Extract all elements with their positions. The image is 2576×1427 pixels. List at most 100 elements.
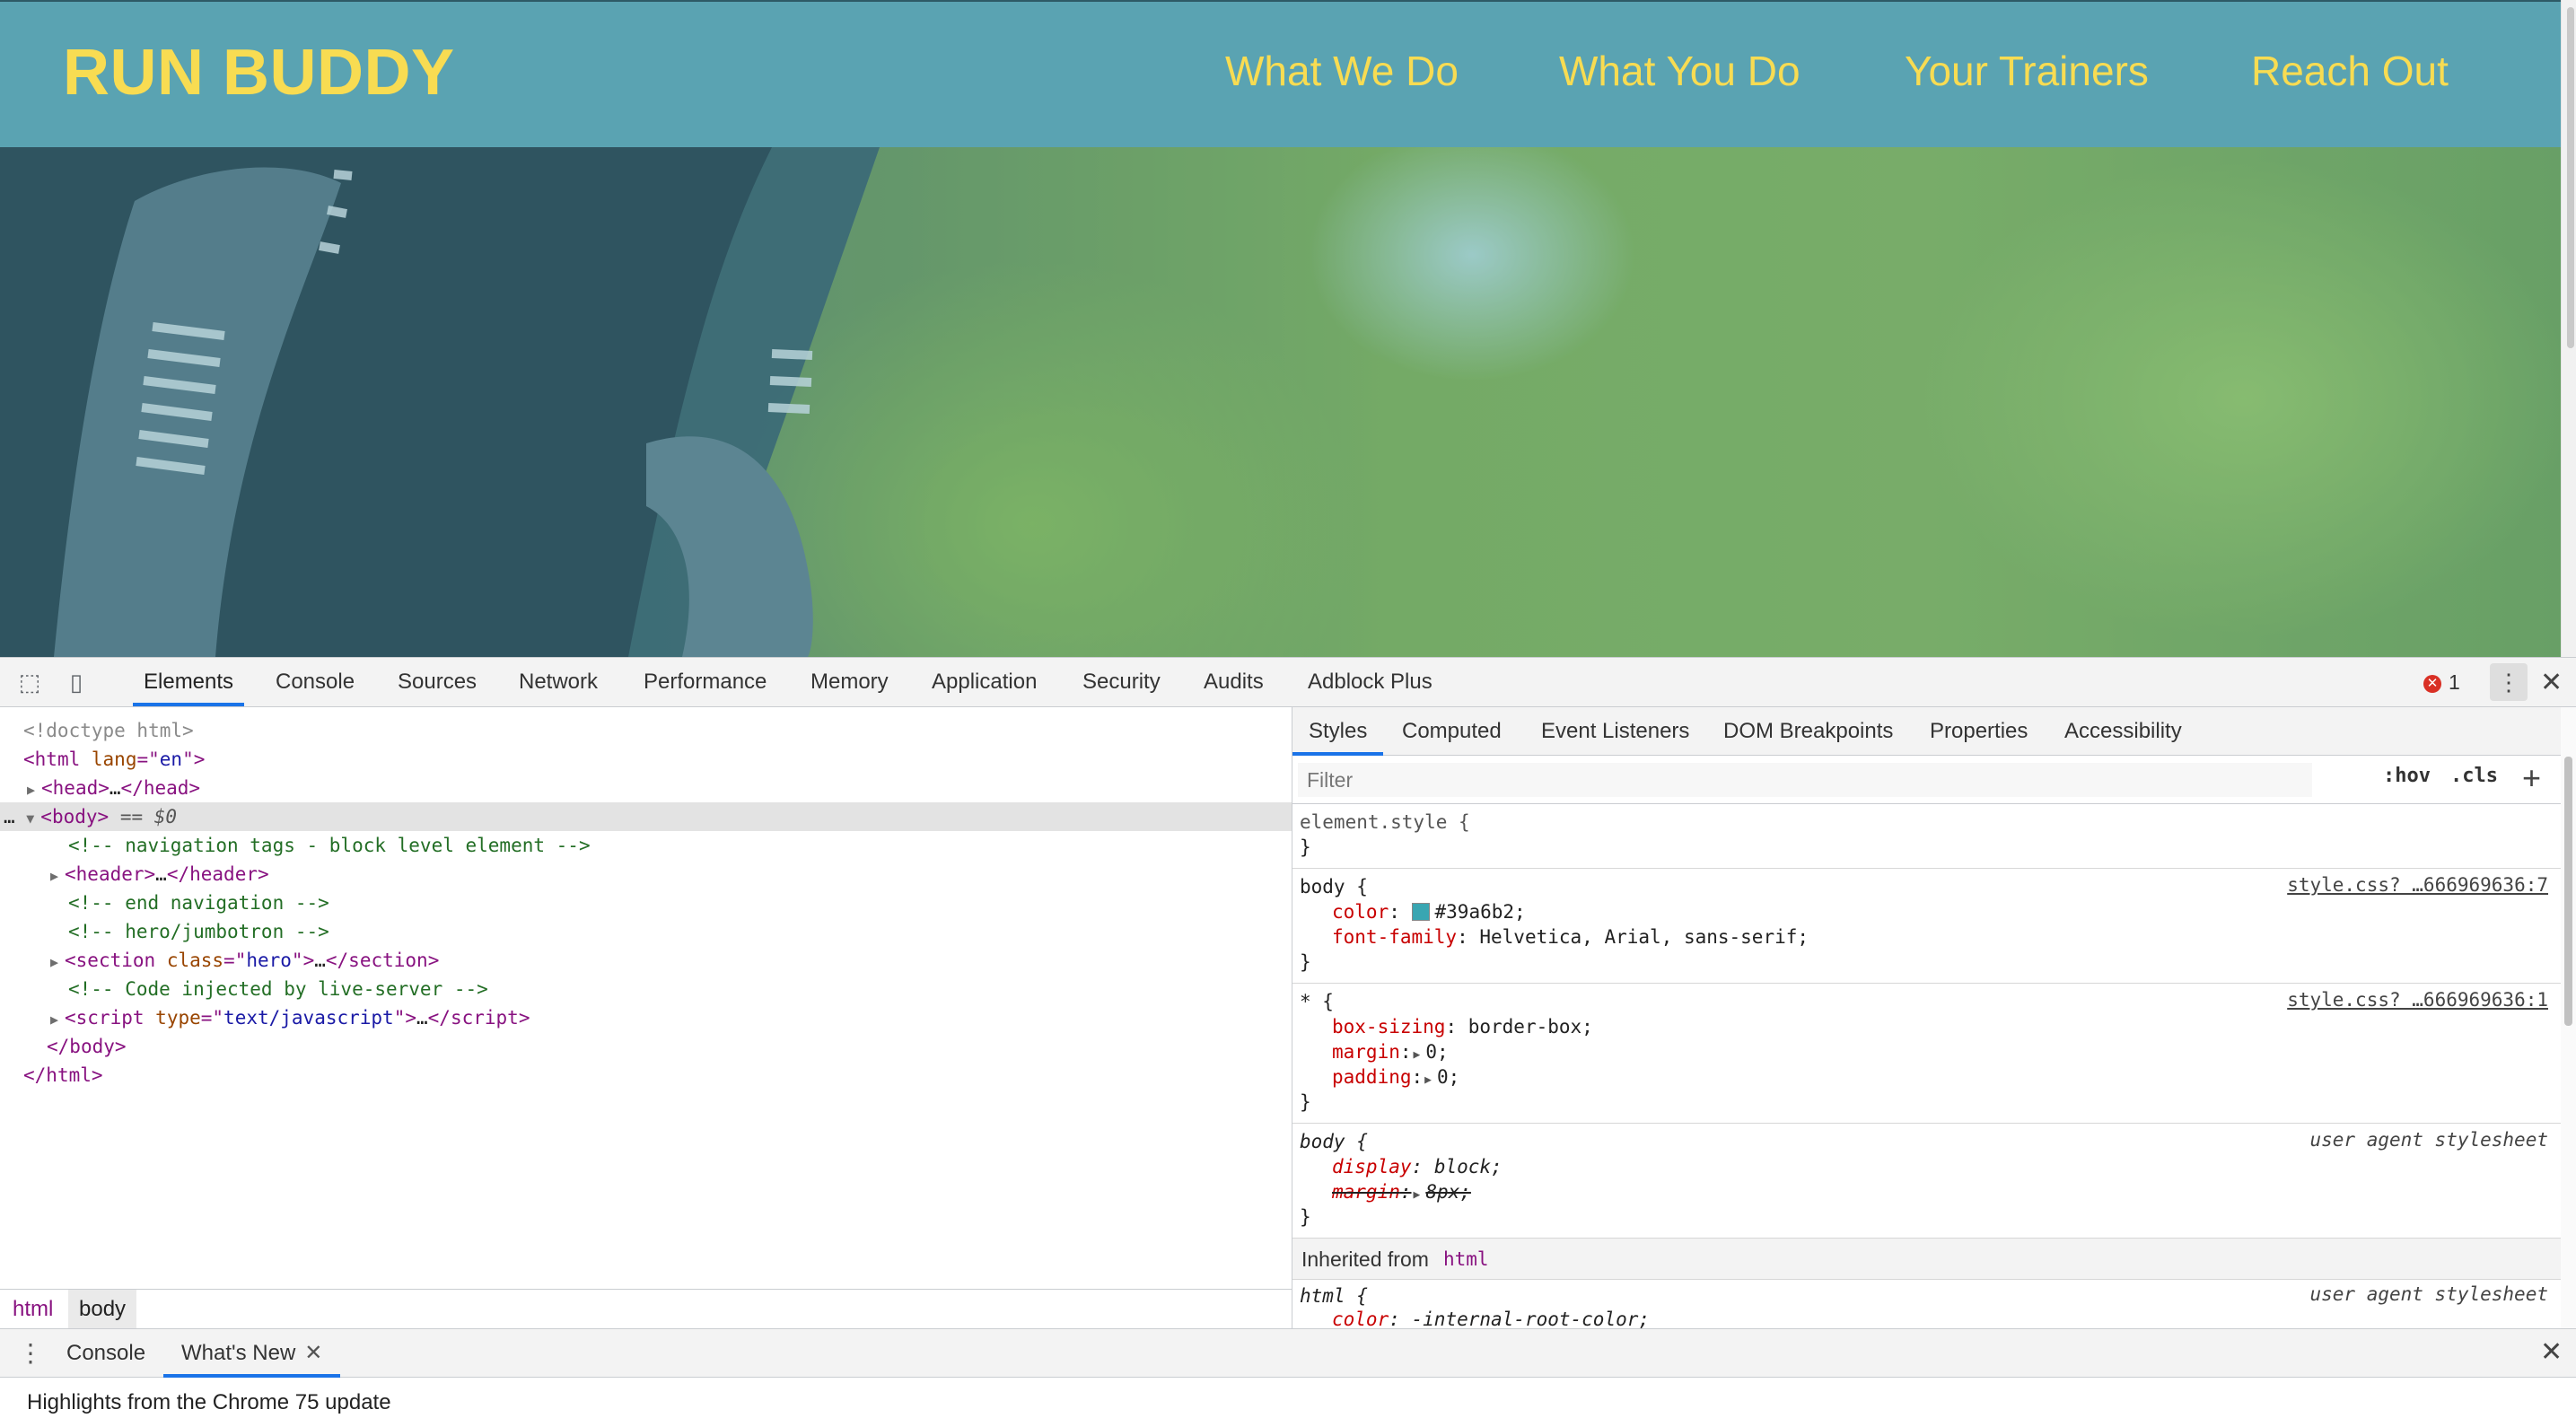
hover-state-toggle[interactable]: :hov: [2383, 765, 2431, 787]
tab-accessibility[interactable]: Accessibility: [2064, 707, 2182, 756]
declaration-box-sizing[interactable]: box-sizing: border-box;: [1332, 1014, 1593, 1039]
tab-computed[interactable]: Computed: [1402, 707, 1502, 756]
styles-filter-row: :hov .cls +: [1292, 756, 2561, 804]
dom-body-close[interactable]: </body>: [0, 1032, 1292, 1061]
tab-performance[interactable]: Performance: [644, 658, 767, 706]
inherited-element-link[interactable]: html: [1443, 1239, 1489, 1280]
drawer-tab-label: What's New: [181, 1341, 296, 1365]
rule-close: }: [1300, 836, 1311, 858]
dom-comment-end-nav[interactable]: <!-- end navigation -->: [0, 889, 1292, 917]
dom-comment-live[interactable]: <!-- Code injected by live-server -->: [0, 975, 1292, 1003]
tab-sources[interactable]: Sources: [398, 658, 477, 706]
expand-icon[interactable]: ▶: [50, 862, 65, 890]
declaration-padding[interactable]: padding: ▶ 0;: [1332, 1064, 1459, 1090]
rule-body-user-agent: body { user agent stylesheet display: bl…: [1292, 1124, 2561, 1239]
expand-icon[interactable]: ▶: [50, 948, 65, 976]
expand-icon[interactable]: ▶: [1424, 1068, 1432, 1093]
rule-selector[interactable]: html {: [1300, 1283, 1368, 1309]
collapse-icon[interactable]: ▼: [26, 804, 40, 833]
tab-application[interactable]: Application: [932, 658, 1037, 706]
user-agent-label: user agent stylesheet: [2309, 1283, 2548, 1305]
dom-head[interactable]: ▶ <head>…</head>: [0, 774, 1292, 802]
device-toggle-icon[interactable]: ▯: [63, 669, 90, 696]
declaration-font-family[interactable]: font-family: Helvetica, Arial, sans-seri…: [1332, 924, 1809, 950]
rule-html-user-agent: html { user agent stylesheet color: -int…: [1292, 1280, 2561, 1329]
inherited-label: Inherited from: [1301, 1248, 1429, 1271]
styles-tabbar: Styles Computed Event Listeners DOM Brea…: [1292, 707, 2561, 756]
close-drawer-icon[interactable]: ✕: [2540, 1336, 2563, 1368]
dom-comment-hero[interactable]: <!-- hero/jumbotron -->: [0, 917, 1292, 946]
dom-body-selected[interactable]: … ▼ <body> == $0: [0, 802, 1292, 831]
drawer-tab-whats-new[interactable]: What's New ✕: [163, 1329, 341, 1378]
tab-adblock-plus[interactable]: Adblock Plus: [1308, 658, 1433, 706]
tab-event-listeners[interactable]: Event Listeners: [1541, 707, 1689, 756]
error-icon: ✕: [2423, 674, 2441, 693]
inspect-element-icon[interactable]: ⬚: [16, 669, 43, 696]
rule-body: body { style.css? …666969636:7 color: #3…: [1292, 869, 2561, 984]
close-tab-icon[interactable]: ✕: [304, 1341, 322, 1365]
tab-styles[interactable]: Styles: [1292, 707, 1384, 756]
tab-console[interactable]: Console: [276, 658, 355, 706]
expand-icon[interactable]: ▶: [50, 1005, 65, 1034]
tab-properties[interactable]: Properties: [1930, 707, 2028, 756]
expand-icon[interactable]: ▶: [1414, 1183, 1421, 1208]
drawer-menu-icon[interactable]: ⋮: [18, 1338, 43, 1368]
page-viewport: RUN BUDDY What We Do What You Do Your Tr…: [0, 0, 2561, 657]
user-agent-label: user agent stylesheet: [2309, 1129, 2548, 1151]
styles-filter-input[interactable]: [1298, 763, 2312, 797]
devtools-panel: ⬚ ▯ Elements Console Sources Network Per…: [0, 657, 2576, 1427]
tab-elements[interactable]: Elements: [133, 658, 245, 706]
rule-element-style: element.style { }: [1292, 804, 2561, 869]
error-count: 1: [2449, 670, 2460, 694]
nav-your-trainers[interactable]: Your Trainers: [1905, 47, 2149, 95]
dom-html-open[interactable]: <html lang="en">: [0, 745, 1292, 774]
declaration-color[interactable]: color: -internal-root-color;: [1332, 1307, 1650, 1329]
styles-scrollbar[interactable]: [2561, 707, 2576, 1329]
rule-selector[interactable]: body {: [1300, 1129, 1368, 1154]
hero-runner-image: [0, 147, 2561, 657]
declaration-display[interactable]: display: block;: [1332, 1154, 1503, 1179]
inherited-header: Inherited from html: [1292, 1239, 2561, 1280]
breadcrumb-html[interactable]: html: [2, 1290, 64, 1329]
expand-icon[interactable]: ▶: [27, 775, 41, 804]
tab-security[interactable]: Security: [1082, 658, 1161, 706]
tab-network[interactable]: Network: [519, 658, 598, 706]
tab-audits[interactable]: Audits: [1204, 658, 1264, 706]
page-scrollbar[interactable]: [2561, 0, 2576, 657]
rule-selector[interactable]: element.style {: [1300, 810, 1470, 835]
dom-doctype[interactable]: <!doctype html>: [0, 716, 1292, 745]
nav-what-we-do[interactable]: What We Do: [1225, 47, 1459, 95]
dom-header[interactable]: ▶ <header>…</header>: [0, 860, 1292, 889]
dom-script[interactable]: ▶ <script type="text/javascript">…</scrip…: [0, 1003, 1292, 1032]
css-source-link[interactable]: style.css? …666969636:1: [2287, 989, 2548, 1011]
close-icon[interactable]: ✕: [2540, 667, 2563, 698]
elements-tree: <!doctype html> <html lang="en"> ▶ <head>…: [0, 707, 1292, 1289]
rule-selector[interactable]: body {: [1300, 874, 1368, 899]
declaration-margin-overridden[interactable]: margin: ▶ 8px;: [1332, 1179, 1471, 1204]
breadcrumb-body[interactable]: body: [68, 1290, 137, 1329]
declaration-color[interactable]: color: #39a6b2;: [1332, 899, 1526, 924]
page-scrollbar-thumb[interactable]: [2567, 7, 2574, 348]
more-options-icon[interactable]: ⋮: [2490, 663, 2528, 701]
styles-scrollbar-thumb[interactable]: [2564, 757, 2572, 1026]
dom-section-hero[interactable]: ▶ <section class="hero">…</section>: [0, 946, 1292, 975]
devtools-toolbar: ⬚ ▯ Elements Console Sources Network Per…: [0, 658, 2576, 707]
dom-comment-nav[interactable]: <!-- navigation tags - block level eleme…: [0, 831, 1292, 860]
nav-reach-out[interactable]: Reach Out: [2251, 47, 2449, 95]
error-count-badge[interactable]: ✕ 1: [2423, 670, 2460, 695]
css-source-link[interactable]: style.css? …666969636:7: [2287, 874, 2548, 896]
color-swatch[interactable]: [1411, 903, 1430, 921]
add-rule-icon[interactable]: +: [2522, 759, 2541, 797]
class-toggle[interactable]: .cls: [2450, 765, 2498, 787]
site-header: RUN BUDDY What We Do What You Do Your Tr…: [0, 0, 2561, 147]
drawer-tab-console[interactable]: Console: [66, 1329, 145, 1378]
rule-selector[interactable]: * {: [1300, 989, 1334, 1014]
rule-close: }: [1300, 1206, 1311, 1228]
declaration-margin[interactable]: margin: ▶ 0;: [1332, 1039, 1449, 1064]
tab-memory[interactable]: Memory: [810, 658, 889, 706]
dom-html-close[interactable]: </html>: [0, 1061, 1292, 1090]
tab-dom-breakpoints[interactable]: DOM Breakpoints: [1723, 707, 1893, 756]
nav-what-you-do[interactable]: What You Do: [1559, 47, 1801, 95]
hero-section: [0, 147, 2561, 657]
rule-close: }: [1300, 1091, 1311, 1113]
